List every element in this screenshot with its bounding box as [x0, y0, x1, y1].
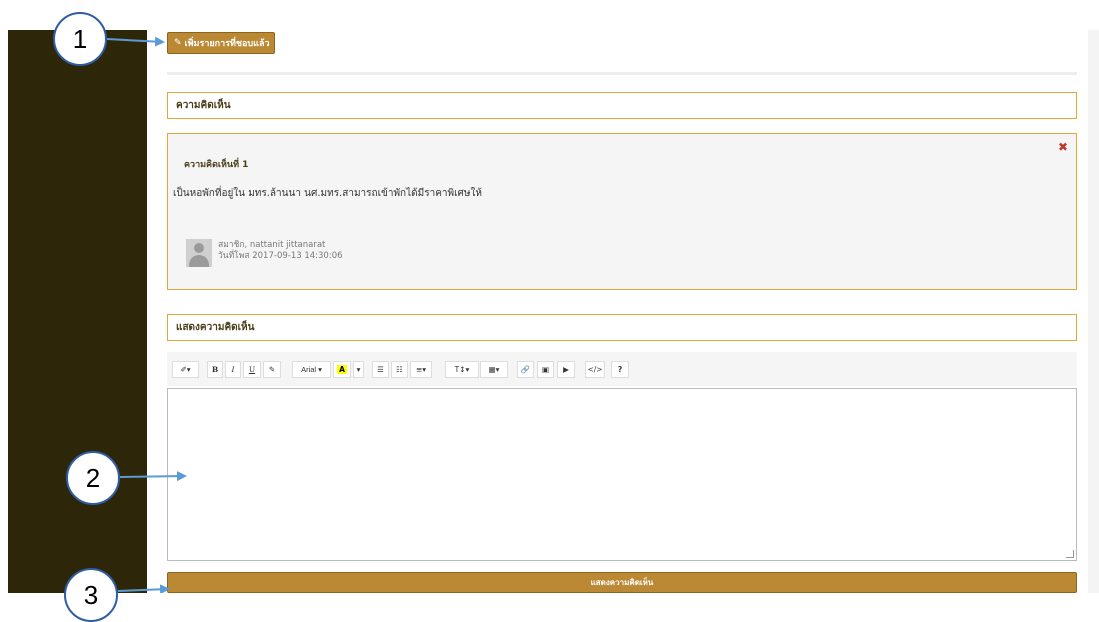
callout-1: 1 — [53, 12, 107, 66]
callout-arrows — [106, 36, 187, 593]
callout-2: 2 — [66, 451, 120, 505]
callout-arrow-2 — [119, 471, 187, 482]
callout-arrow-1 — [106, 36, 165, 47]
callout-3: 3 — [64, 568, 118, 622]
callout-arrow-3 — [117, 584, 170, 593]
